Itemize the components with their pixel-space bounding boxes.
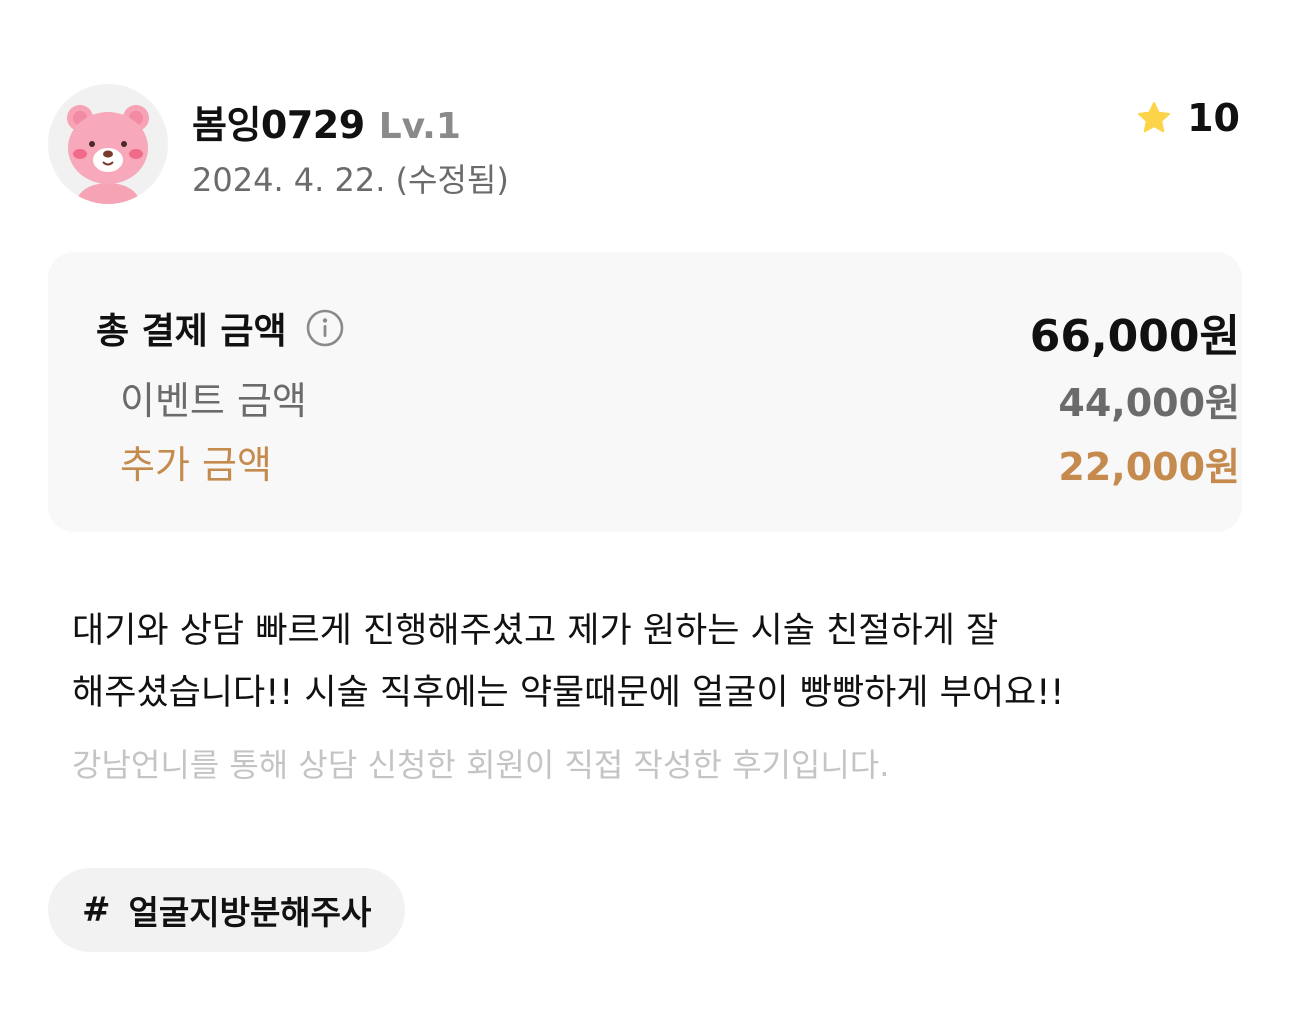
total-payment-label: 총 결제 금액 bbox=[96, 302, 345, 354]
event-price-value: 44,000원 bbox=[1058, 381, 1240, 425]
nickname-row: 봄잉0729 Lv.1 bbox=[192, 94, 461, 149]
event-price-label: 이벤트 금액 bbox=[120, 379, 307, 423]
review-notice: 강남언니를 통해 상담 신청한 회원이 직접 작성한 후기입니다. bbox=[72, 746, 890, 784]
total-payment-value: 66,000원 bbox=[1029, 311, 1240, 362]
extra-price-value: 22,000원 bbox=[1058, 445, 1240, 489]
hashtag-chip[interactable]: # 얼굴지방분해주사 bbox=[48, 868, 406, 952]
review-card: 봄잉0729 Lv.1 2024. 4. 22. (수정됨) 10 총 결제 금… bbox=[0, 0, 1290, 1015]
review-line: 해주셨습니다!! 시술 직후에는 약물때문에 얼굴이 빵빵하게 부어요!! bbox=[72, 673, 1065, 713]
review-date: 2024. 4. 22. (수정됨) bbox=[192, 161, 509, 199]
rating: 10 bbox=[1135, 96, 1240, 140]
user-level: Lv.1 bbox=[378, 106, 461, 147]
hashtag-label: 얼굴지방분해주사 bbox=[128, 893, 372, 932]
bear-avatar-icon bbox=[48, 84, 168, 204]
info-icon[interactable] bbox=[305, 308, 345, 348]
hash-icon: # bbox=[82, 890, 111, 930]
star-icon bbox=[1138, 102, 1171, 133]
review-text: 대기와 상담 빠르게 진행해주셨고 제가 원하는 시술 친절하게 잘 해주셨습니… bbox=[72, 600, 1222, 724]
review-line: 대기와 상담 빠르게 진행해주셨고 제가 원하는 시술 친절하게 잘 bbox=[72, 611, 999, 651]
avatar[interactable] bbox=[48, 84, 168, 204]
nickname[interactable]: 봄잉0729 bbox=[192, 94, 365, 149]
extra-price-label: 추가 금액 bbox=[120, 443, 272, 487]
total-payment-label-text: 총 결제 금액 bbox=[96, 311, 287, 352]
rating-value: 10 bbox=[1187, 96, 1240, 140]
